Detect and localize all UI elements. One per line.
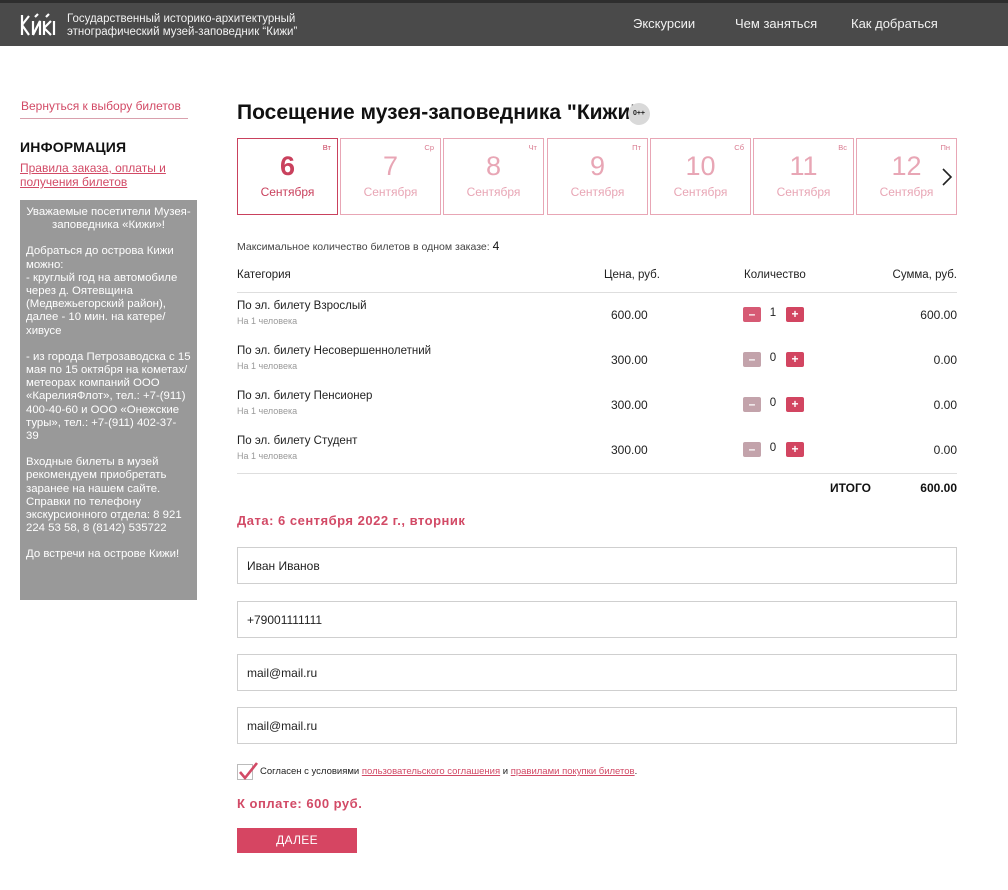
- ticket-sum: 0.00: [933, 398, 957, 412]
- ticket-subtitle: На 1 человека: [237, 406, 298, 416]
- ticket-subtitle: На 1 человека: [237, 316, 298, 326]
- info-paragraph: - из города Петрозаводска с 15 мая по 15…: [26, 350, 191, 443]
- ticket-name: По эл. билету Взрослый: [237, 300, 367, 312]
- max-tickets-value: 4: [492, 239, 500, 253]
- header-sum: Сумма, руб.: [892, 269, 957, 281]
- decrease-button[interactable]: –: [743, 397, 761, 412]
- selected-date-heading: Дата: 6 сентября 2022 г., вторник: [237, 513, 466, 528]
- day-number: 9: [589, 151, 606, 181]
- user-agreement-link[interactable]: пользовательского соглашения: [362, 766, 500, 777]
- agreement-text-3: .: [634, 766, 638, 777]
- header-quantity: Количество: [744, 269, 806, 281]
- quantity-value: 0: [769, 442, 777, 454]
- ticket-price: 600.00: [611, 308, 648, 322]
- ticket-price: 300.00: [611, 398, 648, 412]
- payment-amount: К оплате: 600 руб.: [237, 796, 363, 811]
- email-field[interactable]: [237, 654, 957, 691]
- ticket-sum: 0.00: [933, 353, 957, 367]
- decrease-button[interactable]: –: [743, 352, 761, 367]
- name-field[interactable]: [237, 547, 957, 584]
- page-title: Посещение музея-заповедника "Кижи": [237, 101, 641, 124]
- month-label: Сентября: [673, 185, 728, 199]
- ticket-sum: 600.00: [920, 308, 957, 322]
- divider: [20, 118, 188, 119]
- ticket-name: По эл. билету Несовершеннолетний: [237, 345, 432, 357]
- increase-button[interactable]: +: [786, 352, 804, 367]
- site-title[interactable]: Государственный историко-архитектурный э…: [67, 13, 327, 39]
- table-header-divider: [237, 292, 957, 293]
- total-value: 600.00: [920, 481, 957, 495]
- month-label: Сентября: [363, 185, 418, 199]
- total-label: ИТОГО: [830, 481, 871, 495]
- info-title: ИНФОРМАЦИЯ: [20, 139, 127, 155]
- month-label: Сентября: [260, 185, 315, 199]
- top-bar-edge: [0, 0, 1008, 3]
- site-title-line2: этнографический музей-заповедник “Кижи”: [67, 26, 298, 38]
- date-card[interactable]: Ср 7 Сентября: [340, 138, 441, 215]
- age-badge: 0++: [628, 103, 650, 125]
- max-tickets-label: Максимальное количество билетов в одном …: [237, 239, 499, 253]
- site-title-line1: Государственный историко-архитектурный: [67, 13, 296, 25]
- day-number: 11: [789, 151, 818, 181]
- ticket-price: 300.00: [611, 353, 648, 367]
- day-number: 6: [279, 151, 296, 181]
- quantity-value: 1: [769, 307, 777, 319]
- max-tickets-text: Максимальное количество билетов в одном …: [237, 241, 490, 253]
- agreement-text-2: и: [502, 766, 509, 777]
- header-price: Цена, руб.: [604, 269, 660, 281]
- kizhi-logo-icon[interactable]: [19, 11, 59, 39]
- info-box: Уважаемые посетители Музея-заповедника «…: [20, 200, 197, 600]
- month-label: Сентября: [776, 185, 831, 199]
- increase-button[interactable]: +: [786, 307, 804, 322]
- agreement-checkbox[interactable]: [237, 762, 259, 781]
- nav-directions[interactable]: Как добраться: [851, 16, 938, 31]
- agreement-text: Согласен с условиями пользовательского с…: [260, 766, 637, 777]
- header-category: Категория: [237, 269, 291, 281]
- date-card[interactable]: Чт 8 Сентября: [443, 138, 544, 215]
- email-confirm-field[interactable]: [237, 707, 957, 744]
- info-heading: Уважаемые посетители Музея-заповедника «…: [26, 206, 191, 232]
- increase-button[interactable]: +: [786, 397, 804, 412]
- ticket-subtitle: На 1 человека: [237, 361, 298, 371]
- month-label: Сентября: [466, 185, 521, 199]
- day-number: 10: [685, 151, 716, 181]
- phone-field[interactable]: [237, 601, 957, 638]
- next-button[interactable]: ДАЛЕЕ: [237, 828, 357, 853]
- chevron-right-icon[interactable]: [938, 160, 958, 194]
- table-footer-divider: [237, 473, 957, 474]
- quantity-value: 0: [769, 352, 777, 364]
- ticket-name: По эл. билету Пенсионер: [237, 390, 373, 402]
- date-card[interactable]: Пт 9 Сентября: [547, 138, 648, 215]
- nav-activities[interactable]: Чем заняться: [735, 16, 817, 31]
- ticket-sum: 0.00: [933, 443, 957, 457]
- info-paragraph: Добраться до острова Кижи можно: - кругл…: [26, 245, 178, 337]
- decrease-button[interactable]: –: [743, 442, 761, 457]
- quantity-value: 0: [769, 397, 777, 409]
- date-card[interactable]: Вс 11 Сентября: [753, 138, 854, 215]
- info-paragraph: До встречи на острове Кижи!: [26, 548, 180, 561]
- month-label: Сентября: [570, 185, 625, 199]
- increase-button[interactable]: +: [786, 442, 804, 457]
- nav-excursions[interactable]: Экскурсии: [633, 16, 695, 31]
- date-card[interactable]: Сб 10 Сентября: [650, 138, 751, 215]
- ticket-subtitle: На 1 человека: [237, 451, 298, 461]
- date-card[interactable]: Вт 6 Сентября: [237, 138, 338, 215]
- ticket-name: По эл. билету Студент: [237, 435, 358, 447]
- checkmark-icon: [239, 762, 259, 781]
- purchase-rules-link[interactable]: правилами покупки билетов: [511, 766, 635, 777]
- ticket-price: 300.00: [611, 443, 648, 457]
- decrease-button[interactable]: –: [743, 307, 761, 322]
- day-number: 8: [485, 151, 502, 181]
- back-to-tickets-link[interactable]: Вернуться к выбору билетов: [21, 99, 181, 113]
- rules-link[interactable]: Правила заказа, оплаты и получения билет…: [20, 161, 190, 189]
- agreement-text-1: Согласен с условиями: [260, 766, 360, 777]
- info-paragraph: Входные билеты в музей рекомендуем приоб…: [26, 456, 182, 535]
- day-number: 7: [382, 151, 399, 181]
